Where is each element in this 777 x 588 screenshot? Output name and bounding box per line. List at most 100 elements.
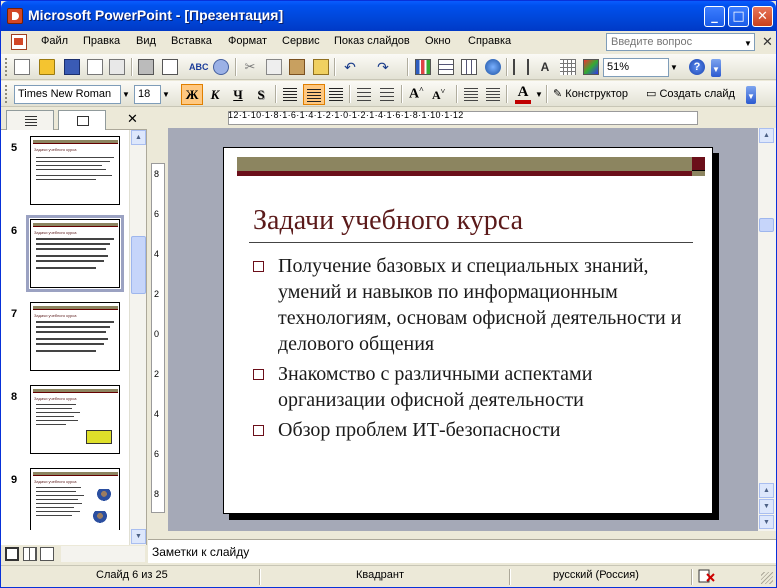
insert-chart-icon[interactable] <box>415 59 431 75</box>
show-formatting-icon[interactable]: A <box>537 59 553 75</box>
slide-show-view-icon[interactable] <box>40 547 54 561</box>
show-grid-icon[interactable] <box>560 59 576 75</box>
slide-thumbnail-9[interactable]: Задачи учебного курса <box>30 468 120 530</box>
menu-window[interactable]: Окно <box>425 35 451 47</box>
document-close-icon[interactable]: ✕ <box>762 34 773 50</box>
paste-icon[interactable] <box>289 59 305 75</box>
print-preview-icon[interactable] <box>162 59 178 75</box>
menu-tools[interactable]: Сервис <box>282 35 320 47</box>
expand-all-icon[interactable] <box>513 59 529 75</box>
font-color-button[interactable]: A <box>515 84 531 104</box>
increase-font-size-icon[interactable]: A˄ <box>409 85 424 103</box>
decrease-indent-icon[interactable] <box>464 87 478 101</box>
title-bar[interactable]: Microsoft PowerPoint - [Презентация] _ □… <box>1 1 776 31</box>
help-icon[interactable]: ? <box>689 59 705 75</box>
maximize-button[interactable]: □ <box>728 6 749 27</box>
underline-button[interactable]: Ч <box>227 84 249 105</box>
color-grayscale-icon[interactable] <box>583 59 599 75</box>
redo-icon[interactable]: ↷ <box>375 59 391 75</box>
bold-button[interactable]: Ж <box>181 84 203 105</box>
pane-horizontal-scrollbar[interactable] <box>61 546 145 562</box>
research-icon[interactable] <box>213 59 229 75</box>
designer-button[interactable]: ✎ Конструктор <box>553 87 628 100</box>
bullets-icon[interactable] <box>380 87 394 101</box>
font-color-dropdown-icon[interactable]: ▼ <box>534 85 544 104</box>
permission-icon[interactable] <box>87 59 103 75</box>
help-dropdown-icon[interactable]: ▼ <box>744 39 752 48</box>
slide-horizontal-scrollbar[interactable] <box>148 531 758 539</box>
close-button[interactable]: ✕ <box>752 6 773 27</box>
open-folder-icon[interactable] <box>39 59 55 75</box>
menu-help[interactable]: Справка <box>468 35 511 47</box>
slide-title[interactable]: Задачи учебного курса <box>253 205 523 237</box>
formatting-options-chevron-icon[interactable]: ▼ <box>746 86 756 104</box>
numbering-icon[interactable] <box>357 87 371 101</box>
horizontal-ruler[interactable]: 12·1·10·1·8·1·6·1·4·1·2·1·0·1·2·1·4·1·6·… <box>148 108 776 128</box>
previous-slide-icon[interactable]: ▲ <box>759 483 774 498</box>
slide-thumbnail-7[interactable]: Задачи учебного курса <box>30 302 120 371</box>
zoom-combo[interactable]: 51% <box>603 58 669 77</box>
zoom-dropdown-icon[interactable]: ▼ <box>669 58 679 77</box>
save-icon[interactable] <box>64 59 80 75</box>
scroll-thumb[interactable] <box>131 236 146 294</box>
next-slide-icon[interactable]: ▼ <box>759 499 774 514</box>
slide-thumbnail-8[interactable]: Задачи учебного курса <box>30 385 120 454</box>
slide-sorter-view-icon[interactable] <box>23 547 37 561</box>
font-name-combo[interactable]: Times New Roman <box>14 85 121 104</box>
slide-body[interactable]: Получение базовых и специальных знаний, … <box>253 253 693 447</box>
toolbar-grip[interactable] <box>5 58 8 76</box>
scroll-down-icon[interactable]: ▼ <box>759 515 774 529</box>
cut-icon[interactable]: ✂ <box>242 59 258 75</box>
spelling-status-icon[interactable] <box>698 568 716 584</box>
italic-button[interactable]: К <box>204 84 226 105</box>
vertical-ruler[interactable]: 8 6 4 2 0 2 4 6 8 <box>148 128 168 531</box>
font-name-dropdown-icon[interactable]: ▼ <box>121 85 131 104</box>
tab-slides[interactable] <box>58 110 106 131</box>
spelling-icon[interactable]: ABC <box>189 59 209 75</box>
menu-format[interactable]: Формат <box>228 35 267 47</box>
undo-icon[interactable]: ↶ <box>342 59 358 75</box>
document-icon[interactable] <box>11 34 27 50</box>
pane-close-icon[interactable]: ✕ <box>127 111 138 127</box>
tables-borders-icon[interactable] <box>461 59 477 75</box>
toolbar-grip[interactable] <box>5 85 8 103</box>
shadow-button[interactable]: S <box>250 84 272 105</box>
tab-outline[interactable] <box>6 110 54 130</box>
slide-thumbnail-6[interactable]: Задачи учебного курса <box>26 215 124 292</box>
format-painter-icon[interactable] <box>313 59 329 75</box>
menu-view[interactable]: Вид <box>136 35 156 47</box>
slide-vertical-scrollbar[interactable]: ▲ ▲ ▼ ▼ <box>758 128 776 531</box>
menu-file[interactable]: Файл <box>41 35 68 47</box>
scroll-down-icon[interactable]: ▼ <box>131 529 146 544</box>
print-icon[interactable] <box>138 59 154 75</box>
new-slide-button[interactable]: ▭ Создать слайд <box>646 87 735 100</box>
decrease-font-size-icon[interactable]: A˅ <box>432 87 445 103</box>
copy-icon[interactable] <box>266 59 282 75</box>
increase-indent-icon[interactable] <box>486 87 500 101</box>
menu-slide-show[interactable]: Показ слайдов <box>334 35 410 47</box>
help-question-input[interactable] <box>606 33 755 51</box>
powerpoint-app-icon[interactable] <box>7 8 23 24</box>
hyperlink-icon[interactable] <box>485 59 501 75</box>
minimize-button[interactable]: _ <box>704 6 725 27</box>
new-file-icon[interactable] <box>14 59 30 75</box>
email-icon[interactable] <box>109 59 125 75</box>
toolbar-options-chevron-icon[interactable]: ▼ <box>711 59 721 77</box>
menu-insert[interactable]: Вставка <box>171 35 212 47</box>
current-slide[interactable]: Задачи учебного курса Получение базовых … <box>223 147 713 514</box>
insert-table-icon[interactable] <box>438 59 454 75</box>
menu-edit[interactable]: Правка <box>83 35 120 47</box>
font-size-combo[interactable]: 18 <box>134 85 161 104</box>
align-left-icon[interactable] <box>283 87 297 101</box>
resize-grip[interactable] <box>761 572 773 584</box>
notes-pane[interactable]: Заметки к слайду <box>148 539 776 563</box>
scroll-thumb[interactable] <box>759 218 774 232</box>
align-center-button[interactable] <box>303 84 325 105</box>
normal-view-icon[interactable] <box>5 547 19 561</box>
font-size-dropdown-icon[interactable]: ▼ <box>161 85 171 104</box>
scroll-up-icon[interactable]: ▲ <box>131 130 146 145</box>
thumbnails-scrollbar[interactable]: ▲ ▼ <box>129 130 146 545</box>
scroll-up-icon[interactable]: ▲ <box>759 128 774 143</box>
slide-thumbnail-5[interactable]: Задачи учебного курса <box>30 136 120 205</box>
align-right-icon[interactable] <box>329 87 343 101</box>
